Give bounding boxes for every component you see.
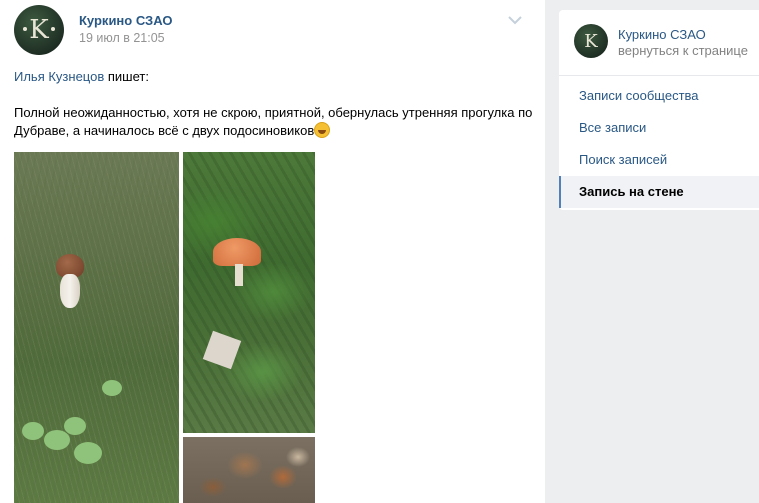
avatar-letter: K (584, 30, 598, 52)
back-to-page-link[interactable]: вернуться к странице (618, 43, 748, 58)
menu-item-community-posts[interactable]: Записи сообщества (559, 80, 759, 112)
leaf (64, 417, 86, 435)
repost-verb: пишет: (104, 69, 149, 84)
sidebar-menu: Записи сообщества Все записи Поиск запис… (559, 80, 759, 208)
post-body-text: Полной неожиданностью, хотя не скрою, пр… (14, 105, 533, 138)
menu-item-all-posts[interactable]: Все записи (559, 112, 759, 144)
photo-basket-of-mushrooms[interactable] (183, 437, 315, 503)
mushroom-cap (213, 238, 261, 266)
paper-scrap (202, 330, 242, 370)
leaf (74, 442, 102, 464)
sidebar-group-avatar[interactable]: K (574, 24, 608, 58)
mushroom-stem (60, 274, 80, 308)
sidebar-group-link[interactable]: K Куркино СЗАО вернуться к странице (559, 10, 759, 75)
leaf (44, 430, 70, 450)
mushroom-stem (235, 264, 243, 286)
leaf (102, 380, 122, 396)
sidebar-divider (559, 75, 759, 76)
chevron-down-icon[interactable] (508, 15, 522, 25)
repost-line: Илья Кузнецов пишет: (14, 68, 534, 86)
group-avatar[interactable]: K (14, 5, 64, 55)
menu-item-search-posts[interactable]: Поиск записей (559, 144, 759, 176)
repost-author-link[interactable]: Илья Кузнецов (14, 69, 104, 84)
sidebar-panel: K Куркино СЗАО вернуться к странице Запи… (559, 10, 759, 210)
post-date[interactable]: 19 июл в 21:05 (79, 31, 165, 45)
post-author-name[interactable]: Куркино СЗАО (79, 13, 173, 28)
grinning-face-icon (314, 122, 331, 138)
leaf (22, 422, 44, 440)
menu-item-wall-post[interactable]: Запись на стене (559, 176, 759, 208)
avatar-dot-right (51, 27, 55, 31)
avatar-letter: K (29, 15, 49, 45)
post-header: K Куркино СЗАО 19 июл в 21:05 (14, 5, 534, 55)
sidebar-group-name[interactable]: Куркино СЗАО (618, 27, 706, 42)
post-text: Илья Кузнецов пишет: Полной неожиданност… (14, 68, 534, 140)
wall-post: K Куркино СЗАО 19 июл в 21:05 Илья Кузне… (0, 0, 545, 503)
photo-mushroom-in-grass[interactable] (14, 152, 179, 503)
photo-mushroom-among-leaves[interactable] (183, 152, 315, 433)
post-body: Полной неожиданностью, хотя не скрою, пр… (14, 104, 534, 140)
